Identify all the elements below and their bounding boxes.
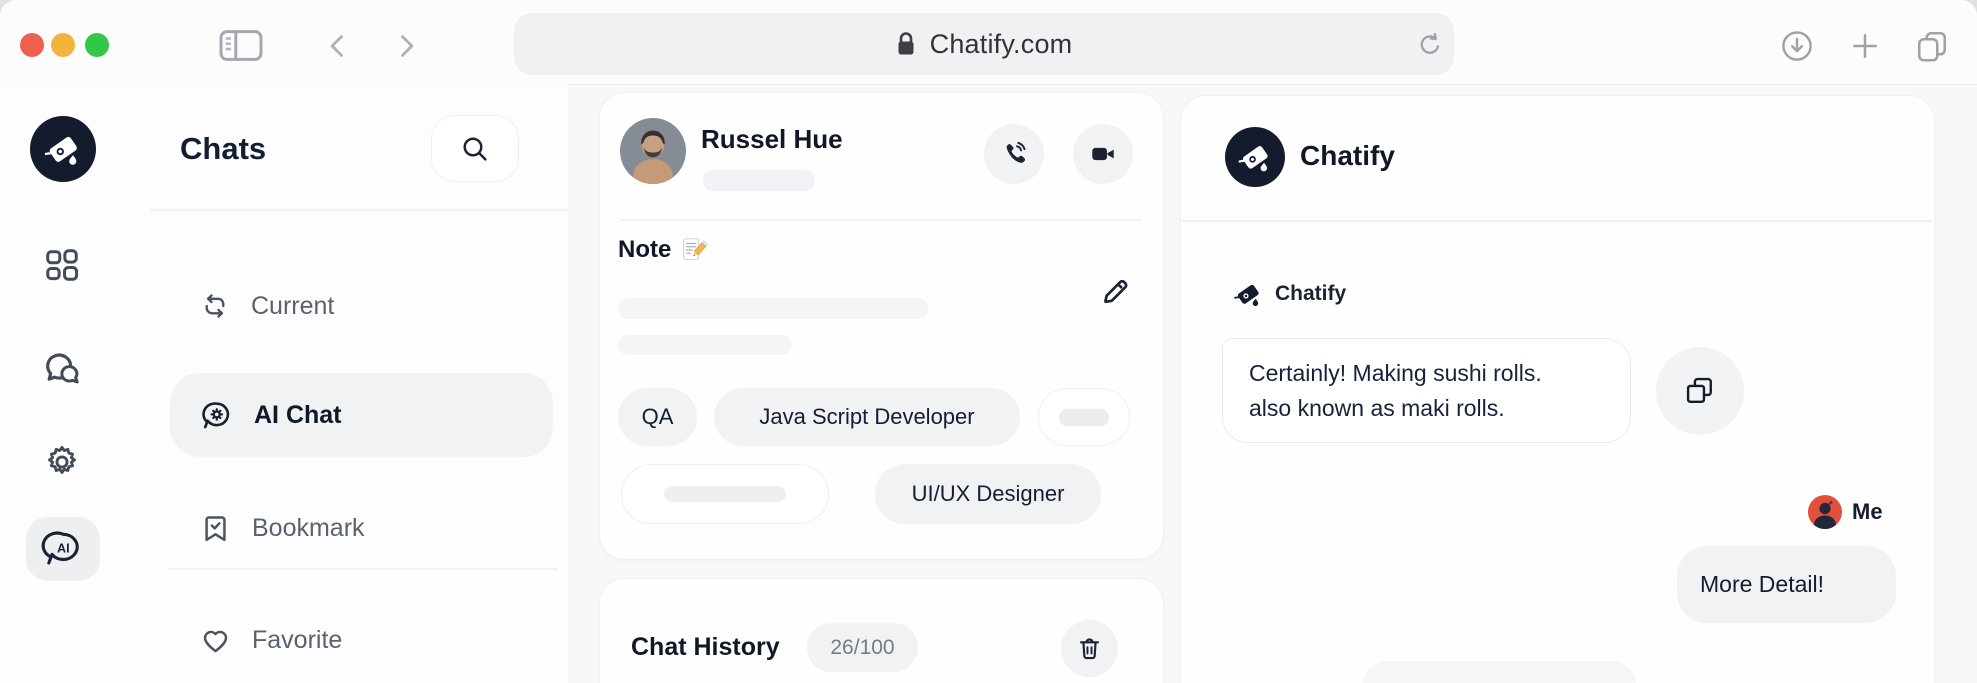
chat-header-divider [1181,220,1932,222]
traffic-lights [20,33,109,57]
note-header: Note [618,236,709,264]
settings-gear-icon[interactable] [43,443,81,481]
assistant-sender-row: Chatify [1232,278,1346,310]
tag-qa[interactable]: QA [618,388,697,446]
search-icon [463,136,487,161]
ai-chat-icon [202,401,230,428]
me-avatar [1808,495,1842,529]
sidebar-item-bookmark[interactable]: Bookmark [170,498,553,558]
incoming-message-skeleton [1363,661,1636,683]
assistant-message-bubble: Certainly! Making sushi rolls. also know… [1222,338,1631,443]
sidebar-item-label: Current [251,291,335,320]
repeat-icon [205,294,225,318]
browser-sidebar-toggle-icon[interactable] [218,29,264,62]
sidebar-item-label: AI Chat [254,400,342,429]
url-text: Chatify.com [929,28,1073,59]
note-line-skeleton [618,335,792,355]
chats-nav-icon[interactable] [42,349,82,389]
browser-chrome: Chatify.com [0,0,1977,85]
memo-emoji-icon [683,238,709,260]
downloads-icon[interactable] [1780,29,1814,63]
chatify-small-tag-icon [1234,284,1259,307]
reload-icon[interactable] [1416,31,1444,59]
note-title: Note [618,236,672,263]
app-logo[interactable] [30,116,96,182]
back-icon[interactable] [324,32,352,60]
chat-header-logo [1225,127,1285,187]
tab-overview-icon[interactable] [1914,28,1950,64]
chat-history-title: Chat History [631,633,780,661]
chat-history-count-badge: 26/100 [807,623,918,672]
heart-icon [203,630,228,652]
close-window-button[interactable] [20,33,44,57]
assistant-message-line: Certainly! Making sushi rolls. [1249,360,1542,386]
search-button[interactable] [431,115,519,182]
copy-message-button[interactable] [1656,347,1744,435]
dashboard-icon[interactable] [43,246,81,284]
video-call-button[interactable] [1073,124,1133,184]
sidebar-section-divider [168,568,558,570]
sidebar-title: Chats [180,131,267,166]
sidebar-item-ai-chat[interactable]: AI Chat [170,373,553,457]
lock-icon [898,32,914,55]
assistant-sender-label: Chatify [1275,282,1347,305]
zoom-window-button[interactable] [85,33,109,57]
minimize-window-button[interactable] [51,33,75,57]
tag-javascript-developer[interactable]: Java Script Developer [714,388,1020,446]
ai-bubble-icon: AI [41,531,79,565]
delete-history-button[interactable] [1061,620,1118,677]
me-message-text: More Detail! [1700,571,1824,597]
chatify-tag-icon [1238,146,1268,172]
tag-uiux-designer[interactable]: UI/UX Designer [875,464,1101,524]
sidebar-header-divider [150,209,568,211]
phone-icon [1006,141,1026,163]
voice-call-button[interactable] [984,124,1044,184]
me-sender-label: Me [1852,499,1883,524]
tag-skeleton [1038,388,1130,446]
tag-skeleton-bar [664,486,786,502]
forward-icon[interactable] [392,32,420,60]
me-sender-row: Me [1808,495,1883,529]
copy-icon [1686,377,1712,403]
profile-divider [620,219,1142,221]
new-tab-icon[interactable] [1849,30,1881,62]
sidebar-item-label: Bookmark [252,513,365,542]
ai-assistant-button[interactable]: AI [26,517,100,581]
bookmark-icon [205,515,226,541]
video-camera-icon [1092,147,1114,161]
chatify-tag-icon [44,136,77,165]
sidebar-item-favorite[interactable]: Favorite [170,610,553,670]
address-bar[interactable]: Chatify.com [514,13,1454,75]
edit-note-icon[interactable] [1098,274,1132,308]
note-line-skeleton [618,298,928,319]
chat-header-title: Chatify [1300,140,1395,171]
contact-status-skeleton [703,170,815,191]
contact-avatar [620,118,686,184]
tag-skeleton [621,464,829,524]
contact-name: Russel Hue [701,124,843,154]
sidebar-item-current[interactable]: Current [170,276,553,336]
tag-skeleton-bar [1059,408,1109,426]
browser-window: Chatify.com AI Chats Current AI Chat Boo… [0,0,1977,683]
me-message-bubble: More Detail! [1677,546,1896,623]
trash-icon [1079,638,1100,660]
assistant-message-line: also known as maki rolls. [1249,395,1505,421]
ai-icon-label: AI [57,541,70,555]
sidebar-item-label: Favorite [252,625,343,654]
